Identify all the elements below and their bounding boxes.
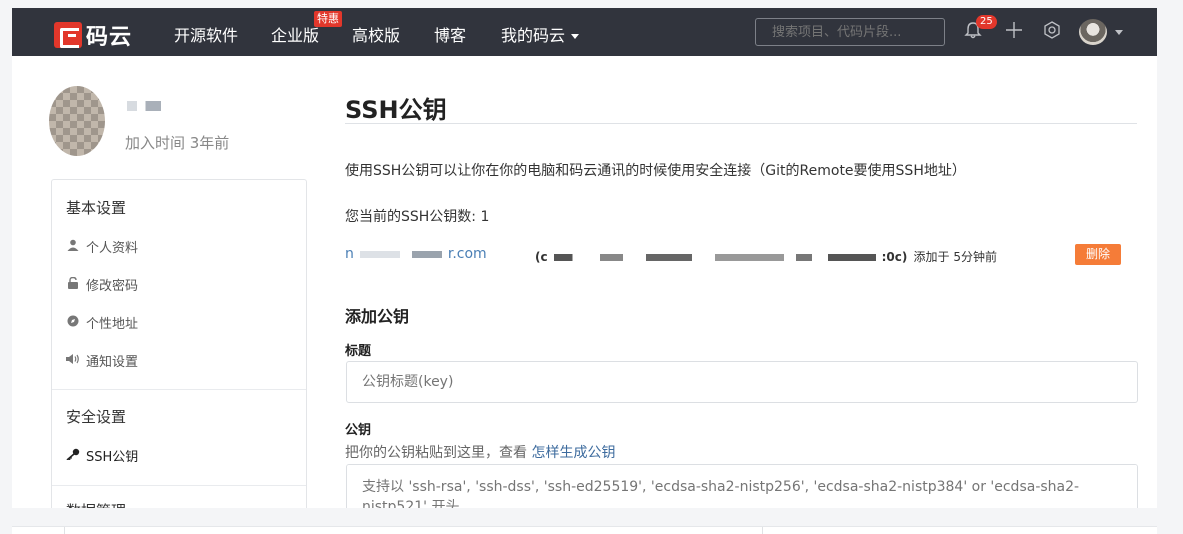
key-hint-text: 把你的公钥粘贴到这里，查看 [345,445,532,461]
join-time: 加入时间 3年前 [125,134,230,152]
page-title: SSH公钥 [345,96,447,124]
gitee-logo[interactable]: 码云 [54,19,132,51]
title-label: 标题 [345,344,372,359]
ssh-key-count: 您当前的SSH公钥数: 1 [345,209,490,225]
caret-down-icon[interactable] [1115,30,1123,35]
sidebar-divider [52,389,306,390]
public-key-textarea[interactable] [346,464,1138,508]
sidebar-item-personal-url[interactable]: 个性地址 [66,313,138,332]
sidebar-divider [52,485,306,486]
nav-my-gitee[interactable]: 我的码云 [501,22,580,46]
delete-key-button[interactable]: 删除 [1075,244,1121,265]
top-navbar: 码云 开源软件 企业版 特惠 高校版 博客 我的码云 25 [12,8,1157,56]
section-data-management: 数据管理 [66,500,126,508]
settings-sidebar: 基本设置 个人资料 修改密码 个性地址 通知设置 安全设置 SSH公钥 [51,179,307,508]
nav-blog[interactable]: 博客 [434,22,466,46]
notification-count-badge: 25 [976,15,997,29]
add-key-heading: 添加公钥 [345,307,410,326]
key-label: 公钥 [345,423,372,438]
sidebar-item-ssh-keys[interactable]: SSH公钥 [66,446,138,465]
ssh-key-row: n r.com (c :0c) 添加于 5分钟前 [345,246,1125,266]
volume-icon [66,353,80,368]
divider [64,527,65,534]
key-icon [66,448,80,463]
key-hint: 把你的公钥粘贴到这里，查看 怎样生成公钥 [345,442,615,462]
sidebar-item-profile[interactable]: 个人资料 [66,237,138,256]
settings-page: 加入时间 3年前 基本设置 个人资料 修改密码 个性地址 通知设置 安全设置 S… [12,56,1157,508]
gitee-logo-icon [54,22,82,48]
bottom-strip [12,526,1157,534]
ssh-description: 使用SSH公钥可以让你在你的电脑和码云通讯的时候使用安全连接（Git的Remot… [345,163,966,179]
search-input[interactable] [755,18,945,46]
compass-icon [66,315,80,330]
nav-education[interactable]: 高校版 [352,22,400,46]
ssh-key-fingerprint: (c :0c) 添加于 5分钟前 [535,248,997,265]
section-basic-settings: 基本设置 [66,199,127,217]
how-to-generate-key-link[interactable]: 怎样生成公钥 [531,445,615,461]
redacted-text [411,250,442,258]
section-security-settings: 安全设置 [66,408,127,426]
settings-icon[interactable] [1040,20,1064,44]
nav-opensource[interactable]: 开源软件 [174,22,238,46]
title-divider [345,123,1137,124]
ssh-key-fingerprint-prefix: (c [535,250,548,264]
ssh-key-email-prefix: n [345,246,354,262]
user-name-redacted [127,101,161,111]
sidebar-item-label: SSH公钥 [86,450,139,465]
sidebar-item-password[interactable]: 修改密码 [66,275,138,294]
divider [762,527,763,534]
ssh-key-fingerprint-suffix: :0c) [881,250,908,264]
user-avatar[interactable] [49,86,105,156]
sidebar-item-label: 个性地址 [86,317,139,332]
sidebar-item-label: 个人资料 [86,241,139,256]
user-icon [66,239,80,254]
nav-enterprise[interactable]: 企业版 [271,22,319,46]
user-avatar-small[interactable] [1079,19,1107,45]
nav-my-gitee-label: 我的码云 [501,26,566,45]
chevron-down-icon [571,34,580,39]
ssh-key-email-suffix: r.com [447,246,487,262]
redacted-text [795,254,876,261]
logo-text: 码云 [86,25,133,50]
plus-icon[interactable] [1002,20,1026,44]
sidebar-item-label: 通知设置 [86,355,139,370]
unlock-icon [66,276,80,292]
sidebar-item-notifications[interactable]: 通知设置 [66,351,138,370]
redacted-text [553,254,784,261]
key-title-input[interactable] [346,361,1138,403]
sidebar-item-label: 修改密码 [86,279,139,294]
ssh-key-title-link[interactable]: n r.com [345,246,487,262]
enterprise-promo-badge: 特惠 [314,11,342,27]
ssh-key-added-time: 添加于 5分钟前 [913,250,997,264]
redacted-text [359,250,400,258]
